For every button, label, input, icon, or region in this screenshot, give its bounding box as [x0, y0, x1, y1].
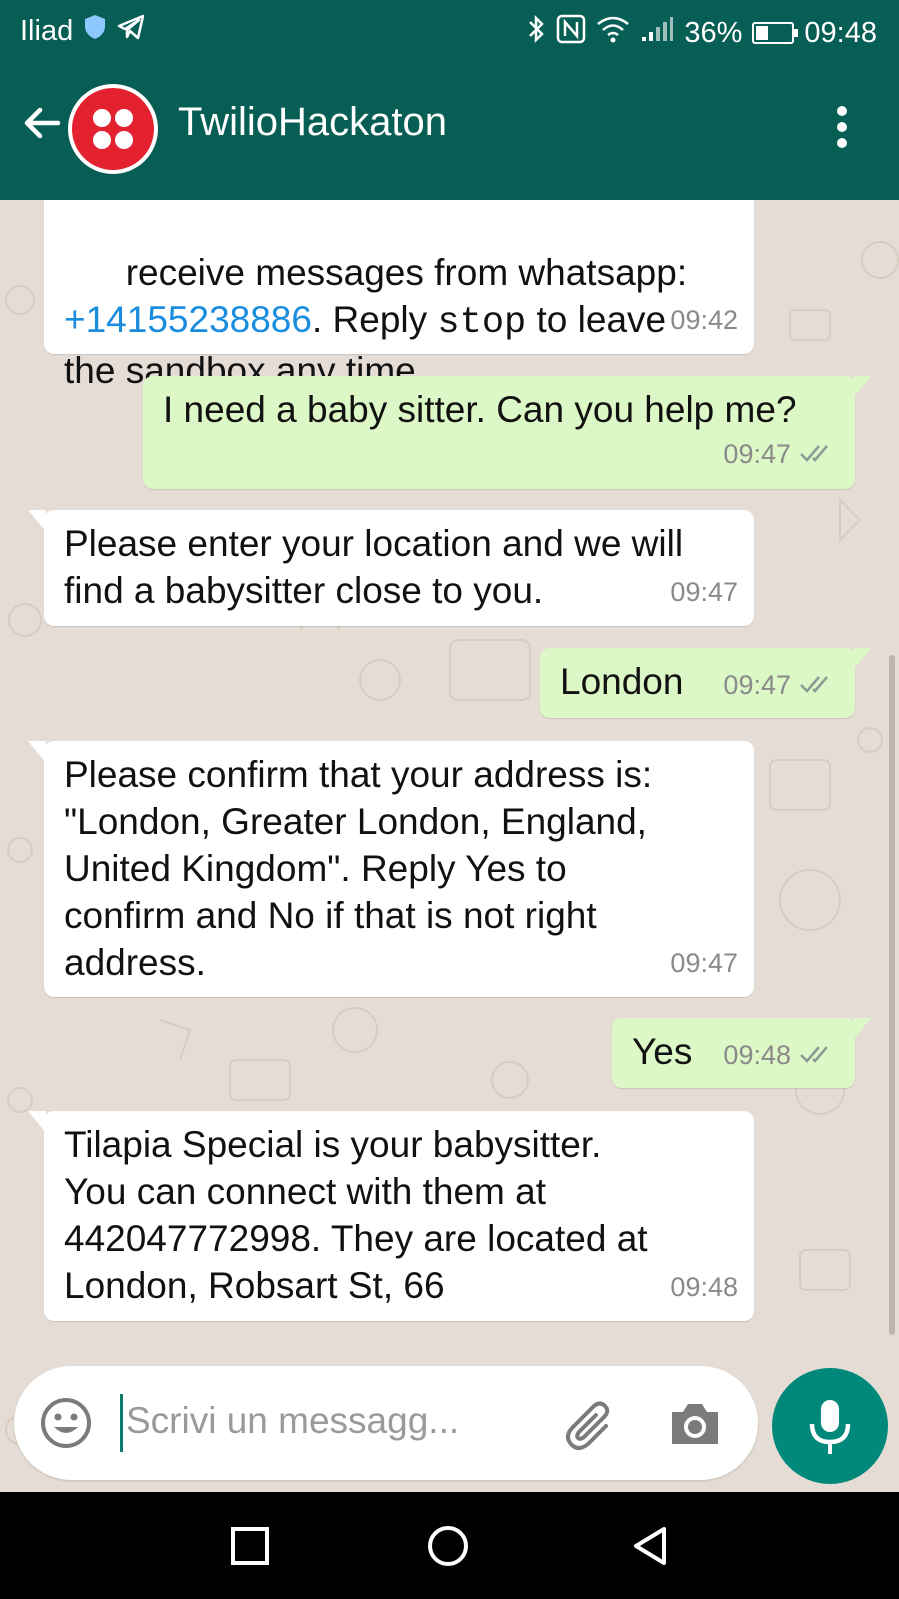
- chat-area: receive messages from whatsapp: +14155238…: [0, 200, 899, 1490]
- message-incoming[interactable]: Tilapia Special is your babysitter. You …: [28, 1111, 754, 1321]
- message-incoming[interactable]: receive messages from whatsapp: +14155238…: [44, 200, 754, 391]
- message-incoming[interactable]: Please enter your location and we will f…: [28, 510, 754, 626]
- battery-icon: [752, 22, 799, 44]
- chat-header: TwilioHackaton: [0, 60, 899, 200]
- message-text: Please confirm that your address is: "Lo…: [64, 754, 653, 983]
- signal-icon: [640, 15, 674, 51]
- more-options-icon[interactable]: [835, 104, 849, 150]
- clock: 09:48: [804, 16, 877, 49]
- nfc-icon: [556, 14, 586, 52]
- twilio-logo-icon: [72, 88, 154, 170]
- battery-level: [756, 26, 769, 40]
- message-text: Tilapia Special is your babysitter. You …: [64, 1124, 648, 1306]
- battery-percent: 36%: [684, 16, 743, 49]
- microphone-button[interactable]: [772, 1368, 888, 1484]
- message-time: 09:47: [723, 438, 791, 469]
- message-text: to leave: [526, 299, 667, 340]
- back-arrow-icon[interactable]: [18, 98, 68, 148]
- microphone-icon: [809, 1400, 851, 1454]
- contact-name[interactable]: TwilioHackaton: [178, 100, 447, 145]
- message-text: . Reply: [311, 299, 438, 340]
- recent-apps-icon[interactable]: [228, 1524, 272, 1568]
- message-time: 09:47: [670, 948, 738, 978]
- double-check-icon: [799, 1033, 839, 1080]
- message-input[interactable]: Scrivi un messagg...: [126, 1400, 459, 1442]
- message-time: 09:48: [670, 1272, 738, 1302]
- message-time: 09:48: [723, 1039, 791, 1070]
- message-outgoing[interactable]: Yes 09:48: [612, 1018, 871, 1088]
- message-text: stop: [437, 302, 527, 344]
- double-check-icon: [799, 432, 839, 479]
- message-time: 09:47: [670, 577, 738, 607]
- message-text: I need a baby sitter. Can you help me?: [163, 389, 797, 430]
- text-cursor: [120, 1394, 123, 1452]
- message-incoming[interactable]: Please confirm that your address is: "Lo…: [28, 741, 754, 997]
- message-composer: Scrivi un messagg...: [14, 1366, 758, 1480]
- message-text: London: [560, 661, 684, 702]
- message-outgoing[interactable]: London 09:47: [540, 648, 871, 718]
- shield-icon: [83, 14, 107, 48]
- double-check-icon: [799, 663, 839, 710]
- home-icon[interactable]: [426, 1524, 470, 1568]
- bluetooth-icon: [526, 14, 546, 52]
- message-time: 09:47: [723, 669, 791, 700]
- back-nav-icon[interactable]: [628, 1524, 672, 1568]
- phone-link[interactable]: +14155238886: [64, 299, 312, 340]
- carrier-label: Iliad: [20, 14, 74, 47]
- attach-icon[interactable]: [562, 1396, 622, 1456]
- message-time: 09:42: [670, 305, 738, 335]
- wifi-icon: [596, 15, 630, 51]
- status-bar: Iliad 36% 09:48: [0, 0, 899, 60]
- message-outgoing[interactable]: I need a baby sitter. Can you help me? 0…: [143, 376, 871, 489]
- contact-avatar[interactable]: [68, 84, 158, 174]
- system-nav-bar: [0, 1492, 899, 1599]
- emoji-icon[interactable]: [40, 1397, 92, 1449]
- message-text: Yes: [632, 1031, 693, 1072]
- message-text: receive messages from whatsapp:: [125, 252, 688, 293]
- scrollbar[interactable]: [889, 655, 895, 1335]
- telegram-icon: [117, 14, 145, 48]
- camera-icon[interactable]: [668, 1400, 722, 1448]
- message-text: Please enter your location and we will f…: [64, 523, 684, 611]
